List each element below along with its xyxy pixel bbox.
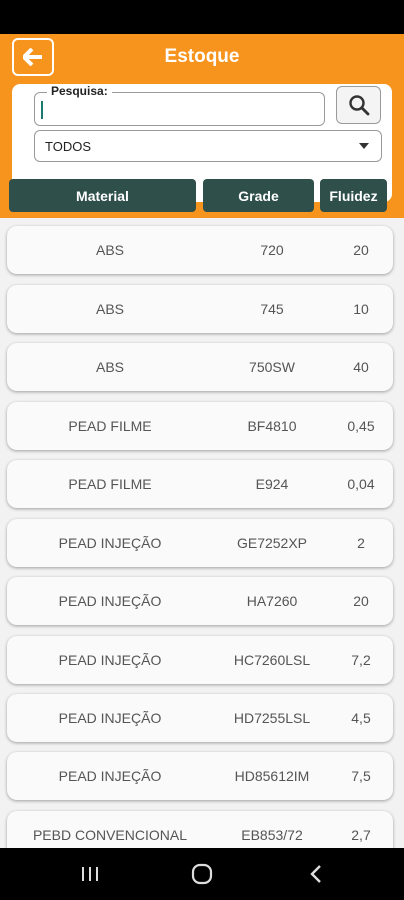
fluidez-cell: 4,5 bbox=[351, 710, 371, 726]
list-item[interactable]: PEAD FILME BF4810 0,45 bbox=[7, 402, 393, 450]
material-cell: PEAD FILME bbox=[68, 418, 152, 434]
list-item[interactable]: PEAD FILME E924 0,04 bbox=[7, 460, 393, 508]
page-title: Estoque bbox=[164, 46, 240, 67]
fluidez-cell: 20 bbox=[353, 242, 369, 258]
fluidez-cell: 20 bbox=[353, 593, 369, 609]
material-cell: PEAD INJEÇÃO bbox=[58, 710, 162, 726]
fluidez-cell: 40 bbox=[353, 359, 369, 375]
fluidez-cell: 7,2 bbox=[351, 652, 371, 668]
material-cell: ABS bbox=[95, 242, 124, 258]
list-item[interactable]: PEAD INJEÇÃO HA7260 20 bbox=[7, 577, 393, 625]
search-button[interactable] bbox=[336, 86, 381, 124]
system-navigation-bar bbox=[0, 848, 404, 900]
triangle-down-icon bbox=[359, 143, 369, 149]
material-cell: PEAD FILME bbox=[68, 476, 152, 492]
recent-apps-button[interactable] bbox=[60, 848, 120, 900]
list-item[interactable]: PEAD INJEÇÃO HC7260LSL 7,2 bbox=[7, 636, 393, 684]
category-select[interactable]: TODOS bbox=[34, 130, 382, 162]
chevron-left-icon bbox=[310, 865, 321, 883]
status-bar bbox=[0, 0, 404, 34]
column-header-material[interactable]: Material bbox=[9, 179, 196, 212]
category-select-value: TODOS bbox=[45, 138, 91, 154]
magnifier-icon bbox=[348, 95, 369, 116]
fluidez-cell: 2 bbox=[357, 535, 365, 551]
grade-cell: HD7255LSL bbox=[233, 710, 311, 726]
search-label: Pesquisa: bbox=[47, 84, 112, 98]
grade-cell: HC7260LSL bbox=[233, 652, 311, 668]
list-item[interactable]: ABS 720 20 bbox=[7, 226, 393, 274]
home-button[interactable] bbox=[172, 848, 232, 900]
grade-cell: E924 bbox=[255, 476, 289, 492]
column-header-grade[interactable]: Grade bbox=[203, 179, 314, 212]
text-cursor bbox=[41, 101, 43, 119]
grade-cell: GE7252XP bbox=[236, 535, 308, 551]
list-item[interactable]: PEAD INJEÇÃO HD7255LSL 4,5 bbox=[7, 694, 393, 742]
home-icon bbox=[191, 863, 213, 885]
recent-apps-icon bbox=[82, 867, 98, 881]
material-cell: PEAD INJEÇÃO bbox=[58, 768, 162, 784]
column-header-fluidez[interactable]: Fluidez bbox=[320, 179, 387, 212]
fluidez-cell: 0,04 bbox=[347, 476, 375, 492]
list-item[interactable]: ABS 750SW 40 bbox=[7, 343, 393, 391]
material-cell: ABS bbox=[95, 301, 124, 317]
fluidez-cell: 0,45 bbox=[347, 418, 375, 434]
material-cell: PEAD INJEÇÃO bbox=[58, 593, 162, 609]
search-field[interactable]: Pesquisa: bbox=[34, 84, 325, 126]
fluidez-cell: 7,5 bbox=[351, 768, 371, 784]
grade-cell: 750SW bbox=[249, 359, 295, 375]
list-item[interactable]: PEAD INJEÇÃO GE7252XP 2 bbox=[7, 519, 393, 567]
material-cell: PEAD INJEÇÃO bbox=[58, 652, 162, 668]
app-header: Estoque Pesquisa: TODOS Material Grade F… bbox=[0, 34, 404, 218]
list-item[interactable]: ABS 745 10 bbox=[7, 285, 393, 333]
grade-cell: HA7260 bbox=[246, 593, 298, 609]
back-nav-button[interactable] bbox=[286, 848, 346, 900]
grade-cell: 720 bbox=[260, 242, 284, 258]
grade-cell: BF4810 bbox=[247, 418, 297, 434]
search-input[interactable] bbox=[47, 97, 321, 123]
material-cell: PEAD INJEÇÃO bbox=[58, 535, 162, 551]
list-item[interactable]: PEAD INJEÇÃO HD85612IM 7,5 bbox=[7, 752, 393, 800]
fluidez-cell: 10 bbox=[353, 301, 369, 317]
grade-cell: 745 bbox=[260, 301, 284, 317]
grade-cell: HD85612IM bbox=[234, 768, 310, 784]
material-cell: ABS bbox=[95, 359, 124, 375]
